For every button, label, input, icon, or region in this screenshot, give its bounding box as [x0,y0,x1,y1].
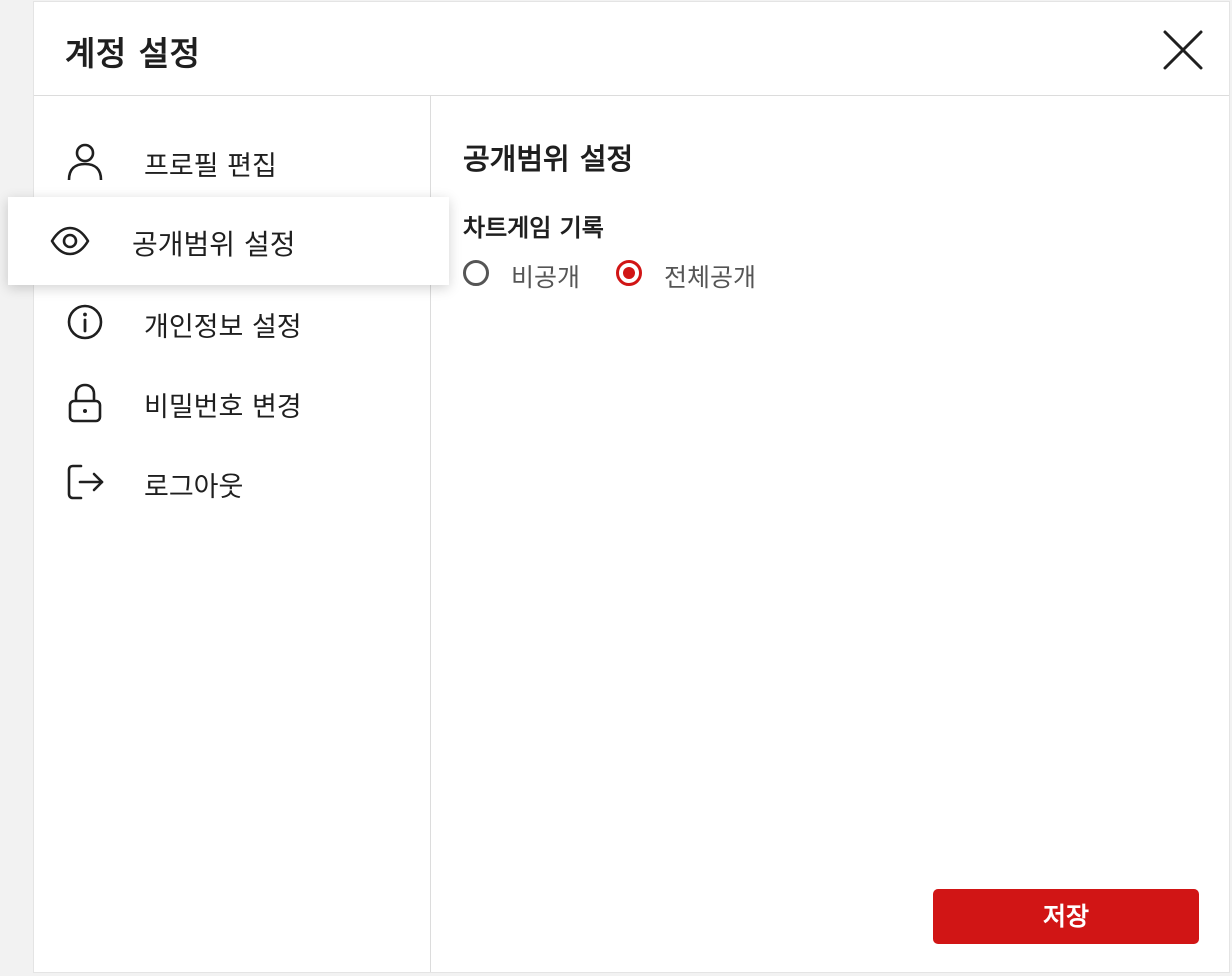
sidebar-item-privacy[interactable]: 개인정보 설정 [34,282,431,362]
save-button[interactable]: 저장 [933,889,1199,944]
sidebar-item-label: 개인정보 설정 [144,312,302,343]
sidebar-item-label: 비밀번호 변경 [144,392,302,423]
section-title: 공개범위 설정 [463,142,634,176]
info-icon [66,303,104,341]
sidebar-item-label: 로그아웃 [144,472,244,503]
radio-button[interactable] [463,260,489,286]
radio-button[interactable] [616,260,642,286]
radio-label: 비공개 [511,263,581,292]
sidebar-item-logout[interactable]: 로그아웃 [34,442,431,522]
sidebar-item-label: 공개범위 설정 [132,228,296,261]
eye-icon [50,222,90,260]
dialog-title: 계정 설정 [65,34,201,73]
settings-sidebar: 프로필 편집 공개범위 설정 개인정보 설정 비밀번호 변경 로그아웃 [8,96,449,972]
logout-icon [66,463,104,501]
radio-label: 전체공개 [664,263,757,292]
lock-icon [66,383,104,423]
dialog-header: 계정 설정 [34,2,1229,96]
sidebar-item-edit-profile[interactable]: 프로필 편집 [34,121,431,201]
chart-game-record-label: 차트게임 기록 [463,214,604,242]
sidebar-item-visibility[interactable]: 공개범위 설정 [8,197,449,285]
user-icon [66,142,104,181]
account-settings-dialog: 계정 설정 프로필 편집 공개범위 설정 개인정보 설정 비밀번호 변경 로그아… [8,1,1230,973]
settings-content: 공개범위 설정 차트게임 기록 비공개 전체공개 저장 [432,96,1229,972]
close-button[interactable] [1161,28,1205,72]
sidebar-item-change-password[interactable]: 비밀번호 변경 [34,362,431,442]
close-icon [1163,30,1203,70]
sidebar-item-label: 프로필 편집 [144,151,277,182]
